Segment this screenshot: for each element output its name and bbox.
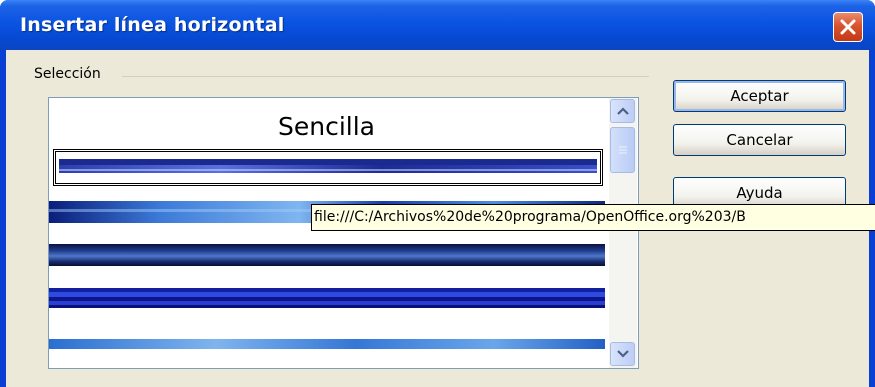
list-item-selected[interactable] xyxy=(53,149,603,186)
help-button-label: Ayuda xyxy=(736,184,783,202)
selection-group-label: Selección xyxy=(34,66,101,82)
chevron-up-icon xyxy=(616,107,629,115)
scroll-thumb[interactable] xyxy=(610,127,635,173)
chevron-down-icon xyxy=(616,350,629,358)
close-x-icon xyxy=(840,19,856,35)
scroll-down-button[interactable] xyxy=(610,342,635,366)
ok-button[interactable]: Aceptar xyxy=(673,80,846,112)
window-title: Insertar línea horizontal xyxy=(20,14,285,36)
line-preview-4[interactable] xyxy=(49,288,605,308)
line-preview-5[interactable] xyxy=(49,339,605,349)
cancel-button[interactable]: Cancelar xyxy=(673,124,846,156)
list-heading: Sencilla xyxy=(278,112,375,141)
group-divider xyxy=(122,76,649,77)
vertical-scrollbar[interactable] xyxy=(609,98,637,368)
title-bar[interactable]: Insertar línea horizontal xyxy=(0,0,875,50)
close-button[interactable] xyxy=(833,12,863,42)
line-style-list[interactable]: Sencilla xyxy=(48,97,639,369)
line-preview-3[interactable] xyxy=(49,244,605,266)
scroll-up-button[interactable] xyxy=(610,99,635,123)
grip-icon xyxy=(618,146,627,154)
file-path-tooltip: file:///C:/Archivos%20de%20programa/Open… xyxy=(311,204,875,231)
line-preview-1 xyxy=(59,159,597,173)
